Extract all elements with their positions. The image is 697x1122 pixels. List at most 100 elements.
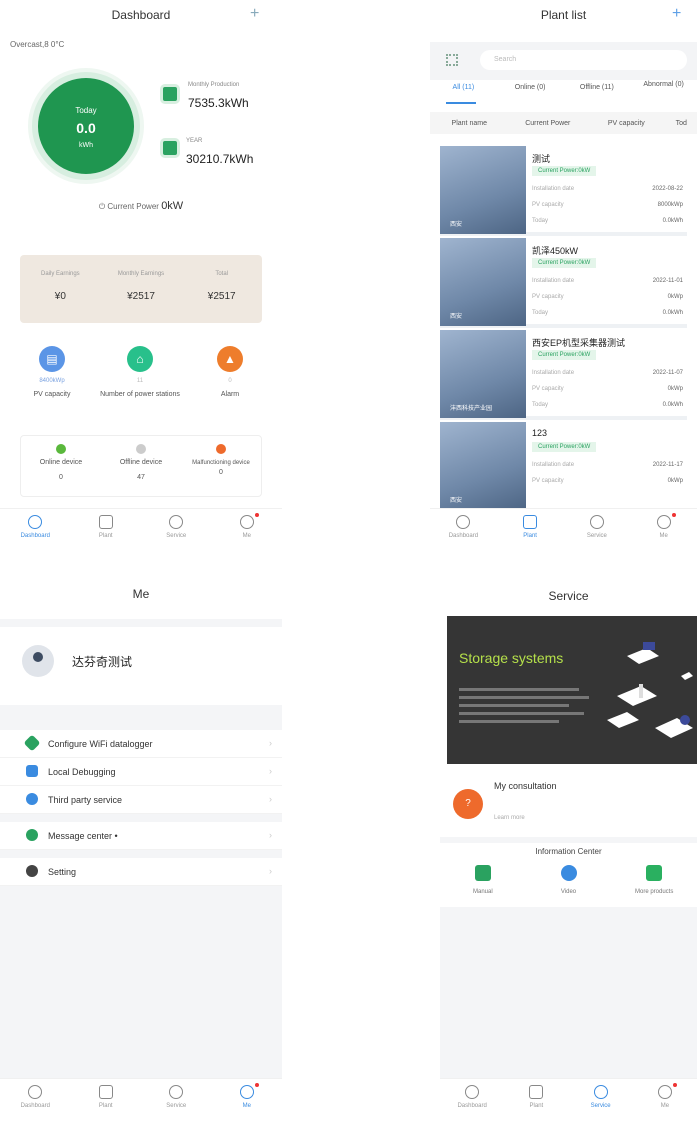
year-label: YEAR [186,138,203,144]
plant-card[interactable]: 西安 凯泽450kW Current Power:0kW Installation d… [440,238,687,328]
plant-location: 西安 [450,222,463,228]
my-consultation[interactable]: ? My consultation Learn more [440,775,697,833]
year-icon [160,138,180,158]
nav-me[interactable]: Me [635,1083,695,1109]
nav-plant[interactable]: Plant [76,1085,136,1109]
plant-card[interactable]: 西安 测试 Current Power:0kW Installation date 20… [440,146,687,236]
current-power-value: 0kW [161,200,184,212]
tab-online[interactable]: Online (0) [497,84,564,91]
earning-label: Monthly Earnings [117,271,165,277]
message-icon [26,829,38,841]
grid-view-icon[interactable] [446,54,458,66]
info-video[interactable]: Video [526,865,612,895]
menu-setting[interactable]: Setting › [0,858,282,886]
nav-service[interactable]: Service [146,515,206,539]
plant-location: 西安 [450,498,463,504]
tab-all[interactable]: All (11) [430,84,497,91]
wifi-tag-icon [23,734,41,752]
nav-dashboard[interactable]: Dashboard [442,1085,502,1109]
plant-card[interactable]: 沣西科技产业园 西安EP机型采集器测试 Current Power:0kW Insta… [440,330,687,420]
menu-local-debugging[interactable]: Local Debugging › [0,758,282,786]
stat-pv-capacity[interactable]: ▤ 8400kWp PV capacity [12,346,92,399]
nav-service[interactable]: Service [567,515,627,539]
row-label: Today [532,402,549,408]
nav-me[interactable]: Me [217,1083,277,1109]
offline-device[interactable]: Offline device 47 [101,436,181,496]
plant-thumbnail: 西安 [440,238,526,326]
stat-stations[interactable]: ⌂ 11 Number of power stations [100,346,180,399]
today-production-ring: Today 0.0 kWh [32,72,140,180]
nav-plant[interactable]: Plant [506,1085,566,1109]
storage-banner[interactable]: Storage systems [447,616,697,764]
plant-icon [98,1085,113,1099]
service-screen: Service Storage systems ? My consultatio… [440,575,697,1122]
col-today[interactable]: Tod [666,120,697,134]
menu-configure-wifi[interactable]: Configure WiFi datalogger › [0,730,282,758]
weather-text: Overcast,8 0°C [10,40,65,49]
service-icon [169,1085,184,1099]
row-value: 0.0kWh [662,310,683,316]
nav-dashboard[interactable]: Dashboard [5,1085,65,1109]
nav-service[interactable]: Service [146,1085,206,1109]
dashboard-icon [28,1085,43,1099]
stat-label: Alarm [220,391,240,398]
plant-current-power: Current Power:0kW [532,258,597,268]
device-value: 0 [219,469,223,476]
search-input[interactable]: Search [480,50,687,70]
info-label: More products [635,889,674,895]
info-more-products[interactable]: More products [611,865,697,895]
stat-alarm[interactable]: ▲ 0 Alarm [190,346,270,399]
nav-label: Plant [523,533,537,539]
page-title: Dashboard [111,8,171,22]
nav-label: Me [660,1103,670,1109]
stat-label: PV capacity [33,391,71,398]
stat-value: 0 [228,378,232,384]
online-device[interactable]: Online device 0 [21,436,101,496]
menu-third-party[interactable]: Third party service › [0,786,282,814]
manual-icon [474,865,491,881]
notification-dot [254,1083,259,1087]
row-value: 0.0kWh [662,218,683,224]
col-plant-name[interactable]: Plant name [430,120,509,134]
user-icon [239,515,254,529]
nav-dashboard[interactable]: Dashboard [5,515,65,539]
offline-dot-icon [136,444,146,454]
nav-me[interactable]: Me [217,513,277,539]
add-icon[interactable]: + [250,5,259,23]
row-label: PV capacity [532,478,564,484]
tab-offline[interactable]: Offline (11) [564,84,631,91]
avatar[interactable] [22,645,54,677]
plant-icon [529,1085,544,1099]
bottom-nav: Dashboard Plant Service Me [0,508,282,552]
nav-dashboard[interactable]: Dashboard [433,515,493,539]
nav-plant[interactable]: Plant [76,515,136,539]
profile-card[interactable]: 达芬奇测试 [0,627,282,705]
nav-label: Dashboard [457,1103,487,1109]
plant-current-power: Current Power:0kW [532,166,597,176]
row-value: 0.0kWh [662,402,683,408]
malfunction-device[interactable]: Malfunctioning device 0 [181,436,261,496]
nav-label: Dashboard [20,533,50,539]
notification-dot [254,513,259,517]
menu-label: Message center • [48,831,118,841]
malfunction-dot-icon [216,444,226,454]
nav-me[interactable]: Me [634,513,694,539]
nav-plant[interactable]: Plant [500,515,560,539]
col-pv-capacity[interactable]: PV capacity [587,120,666,134]
consult-title: My consultation [494,781,557,791]
add-plant-icon[interactable]: + [672,5,681,23]
row-label: Installation date [532,186,575,192]
today-label: Today [75,106,97,115]
row-label: PV capacity [532,294,564,300]
col-current-power[interactable]: Current Power [509,120,588,134]
plant-location: 西安 [450,314,463,320]
plant-card[interactable]: 西安 123 Current Power:0kW Installation date 2… [440,422,687,512]
info-manual[interactable]: Manual [440,865,526,895]
dashboard-icon [465,1085,480,1099]
bottom-nav: Dashboard Plant Service Me [430,508,697,552]
sliders-icon [26,765,38,777]
menu-message-center[interactable]: Message center • › [0,822,282,850]
nav-service[interactable]: Service [571,1085,631,1109]
tab-abnormal[interactable]: Abnormal (0) [630,81,697,91]
device-value: 47 [137,474,145,481]
